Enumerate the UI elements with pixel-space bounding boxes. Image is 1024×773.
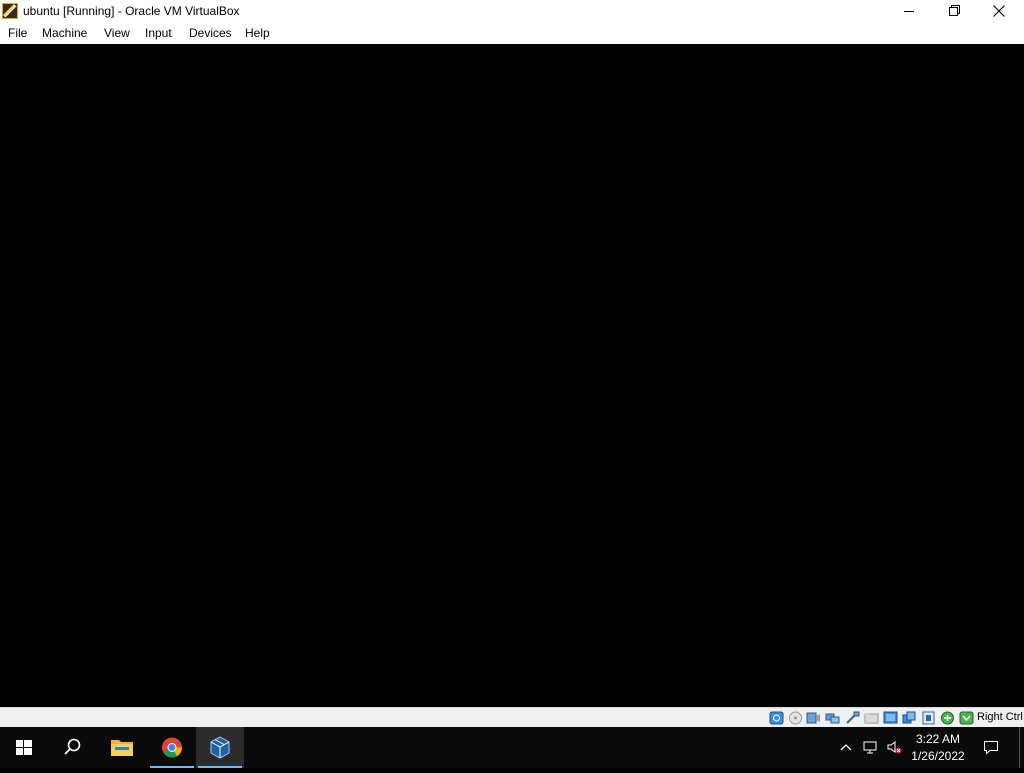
mouse-integration-icon[interactable]	[940, 711, 955, 725]
menu-devices[interactable]: Devices	[189, 26, 232, 40]
menu-input[interactable]: Input	[145, 26, 172, 40]
recording-icon[interactable]	[902, 711, 917, 725]
keyboard-capture-icon[interactable]	[959, 711, 974, 725]
file-explorer-button[interactable]	[98, 727, 146, 768]
network-icon[interactable]	[825, 711, 840, 725]
virtualbox-taskbar-button[interactable]	[196, 727, 244, 768]
virtualbox-icon[interactable]	[2, 3, 18, 19]
window-titlebar[interactable]: ubuntu [Running] - Oracle VM VirtualBox	[0, 0, 1024, 23]
menu-machine[interactable]: Machine	[42, 26, 87, 40]
chevron-up-icon[interactable]	[838, 739, 854, 755]
minimize-button[interactable]	[886, 0, 932, 23]
start-icon	[0, 740, 48, 772]
audio-icon[interactable]	[806, 711, 821, 725]
hard-disk-icon[interactable]	[769, 711, 784, 725]
restore-button[interactable]	[931, 0, 977, 23]
vm-statusbar: Right Ctrl	[0, 707, 1024, 727]
chrome-icon	[148, 737, 196, 772]
taskbar: 3:22 AM 1/26/2022	[0, 727, 1024, 768]
shared-folders-icon[interactable]	[864, 711, 879, 725]
clock-date[interactable]: 1/26/2022	[908, 749, 968, 763]
virtualbox-icon	[196, 736, 244, 772]
clock-time[interactable]: 3:22 AM	[912, 732, 964, 746]
menu-help[interactable]: Help	[245, 26, 270, 40]
menu-view[interactable]: View	[104, 26, 130, 40]
optical-drive-icon[interactable]	[788, 711, 803, 725]
host-key-label: Right Ctrl	[977, 711, 1023, 723]
usb-icon[interactable]	[845, 711, 860, 725]
vm-display[interactable]	[0, 44, 1024, 707]
menu-bar: File Machine View Input Devices Help	[0, 23, 1024, 44]
start-button[interactable]	[0, 727, 48, 768]
notification-icon[interactable]	[983, 739, 999, 755]
chrome-button[interactable]	[148, 727, 196, 768]
search-icon	[48, 738, 96, 772]
volume-muted-icon[interactable]	[886, 739, 902, 755]
window-title: ubuntu [Running] - Oracle VM VirtualBox	[23, 4, 240, 18]
network-icon[interactable]	[862, 739, 878, 755]
virtualization-icon[interactable]	[921, 711, 936, 725]
file-explorer-icon	[98, 740, 146, 772]
display-icon[interactable]	[883, 711, 898, 725]
search-button[interactable]	[48, 727, 96, 768]
close-button[interactable]	[976, 0, 1022, 23]
show-desktop-divider	[1019, 727, 1020, 768]
menu-file[interactable]: File	[8, 26, 27, 40]
